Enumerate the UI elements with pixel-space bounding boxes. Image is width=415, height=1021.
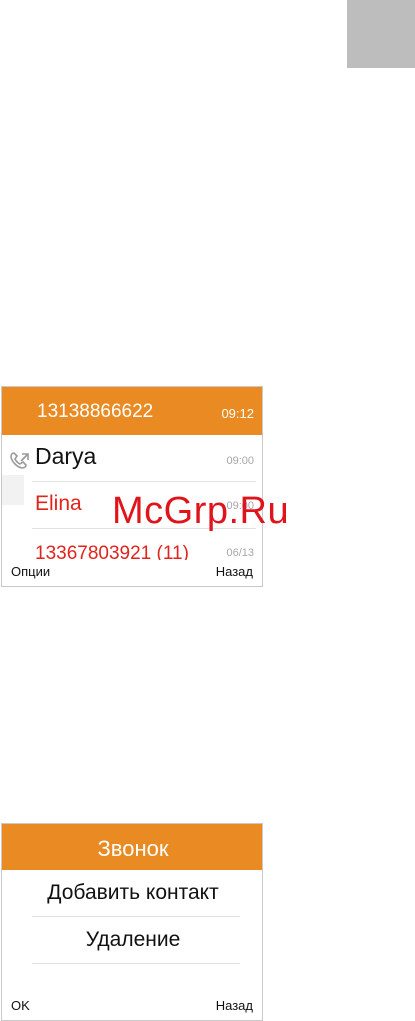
outgoing-call-icon [10, 452, 29, 469]
call-log-time: 09:00 [226, 455, 254, 467]
call-log-time: 09:12 [221, 406, 254, 421]
menu-title-bar: Звонок [2, 824, 262, 870]
softkey-bar: Опции Назад [2, 560, 262, 586]
call-log-item[interactable]: Darya 09:00 [2, 435, 262, 481]
menu-item-label: Добавить контакт [47, 881, 219, 904]
back-softkey[interactable]: Назад [216, 998, 253, 1013]
call-log-name: Elina [35, 492, 82, 515]
back-softkey[interactable]: Назад [216, 564, 253, 579]
call-menu-screen: Звонок Добавить контакт Удаление OK Наза… [1, 823, 263, 1021]
ok-softkey[interactable]: OK [11, 998, 30, 1013]
softkey-bar: OK Назад [2, 994, 262, 1020]
call-log-name: Darya [35, 443, 97, 469]
menu-item-delete[interactable]: Удаление [2, 917, 262, 963]
page-tab-marker [347, 0, 415, 68]
call-log-time: 06/13 [226, 547, 254, 559]
options-softkey[interactable]: Опции [11, 564, 50, 579]
menu-item-add-contact[interactable]: Добавить контакт [2, 870, 262, 916]
call-log-screen: 13138866622 09:12 Darya 09:00 Elina 09:0… [1, 386, 263, 587]
menu-title: Звонок [97, 836, 169, 861]
watermark-text: McGrp.Ru [112, 490, 290, 532]
menu-item-label: Удаление [85, 928, 181, 951]
call-log-number: 13138866622 [37, 401, 154, 422]
row-divider [32, 963, 240, 964]
call-log-item-selected[interactable]: 13138866622 09:12 [2, 387, 262, 435]
